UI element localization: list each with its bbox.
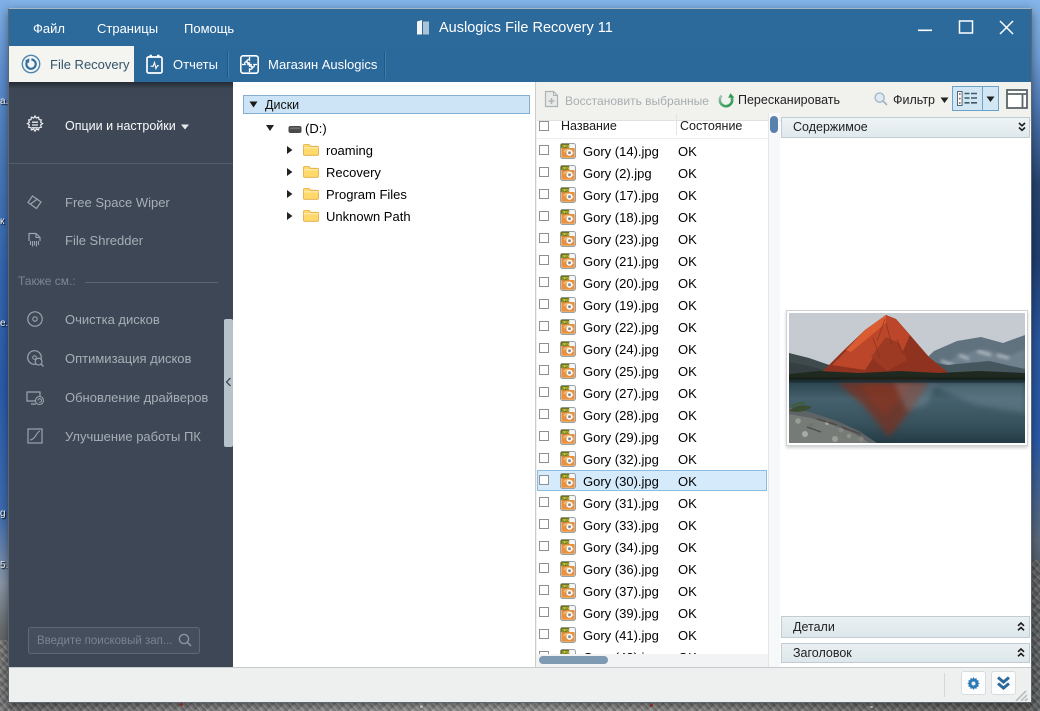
svg-text:JPG: JPG bbox=[562, 166, 570, 170]
svg-text:JPG: JPG bbox=[562, 496, 570, 500]
svg-text:JPG: JPG bbox=[562, 254, 570, 258]
svg-text:JPG: JPG bbox=[562, 276, 570, 280]
svg-text:JPG: JPG bbox=[562, 320, 570, 324]
svg-text:JPG: JPG bbox=[562, 364, 570, 368]
svg-text:JPG: JPG bbox=[562, 584, 570, 588]
svg-text:JPG: JPG bbox=[562, 342, 570, 346]
svg-text:JPG: JPG bbox=[562, 606, 570, 610]
svg-text:JPG: JPG bbox=[562, 408, 570, 412]
svg-text:JPG: JPG bbox=[562, 188, 570, 192]
svg-text:JPG: JPG bbox=[562, 232, 570, 236]
svg-text:JPG: JPG bbox=[562, 628, 570, 632]
svg-text:JPG: JPG bbox=[562, 430, 570, 434]
svg-text:JPG: JPG bbox=[562, 562, 570, 566]
svg-text:JPG: JPG bbox=[562, 298, 570, 302]
svg-text:JPG: JPG bbox=[562, 474, 570, 478]
svg-text:JPG: JPG bbox=[562, 386, 570, 390]
svg-text:JPG: JPG bbox=[562, 518, 570, 522]
svg-text:JPG: JPG bbox=[562, 144, 570, 148]
svg-text:JPG: JPG bbox=[562, 210, 570, 214]
svg-text:JPG: JPG bbox=[562, 452, 570, 456]
svg-text:JPG: JPG bbox=[562, 540, 570, 544]
